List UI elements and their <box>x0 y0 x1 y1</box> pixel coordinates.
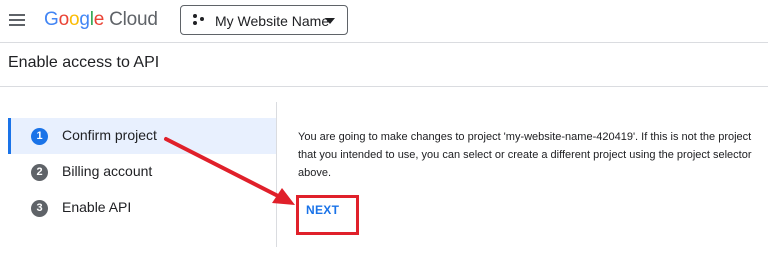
logo-letter: o <box>68 9 80 30</box>
project-selector-button[interactable]: My Website Name <box>180 5 348 35</box>
top-app-bar: Google Cloud My Website Name <box>0 0 768 42</box>
project-selector-label: My Website Name <box>215 13 330 29</box>
dropdown-caret-icon <box>325 18 335 24</box>
product-name: Cloud <box>109 9 158 30</box>
logo-letter: e <box>93 9 105 30</box>
step-number-badge: 2 <box>31 164 48 181</box>
google-wordmark: Google <box>44 9 104 30</box>
step-number-badge: 3 <box>31 200 48 217</box>
google-cloud-logo[interactable]: Google Cloud <box>44 9 158 31</box>
step-confirm-project[interactable]: 1 Confirm project <box>8 118 276 154</box>
title-divider <box>0 86 768 87</box>
content-divider <box>276 102 277 247</box>
step-enable-api[interactable]: 3 Enable API <box>8 190 276 226</box>
hamburger-menu-icon[interactable] <box>9 14 25 26</box>
logo-letter: G <box>44 9 59 30</box>
logo-letter: o <box>58 9 70 30</box>
step-number-badge: 1 <box>31 128 48 145</box>
header-divider <box>0 42 768 43</box>
confirmation-message: You are going to make changes to project… <box>298 131 752 179</box>
step-label: Enable API <box>62 199 132 215</box>
page-title: Enable access to API <box>8 54 160 71</box>
stepper: 1 Confirm project 2 Billing account 3 En… <box>8 118 276 226</box>
logo-letter: g <box>79 9 90 30</box>
project-dots-icon <box>193 14 207 26</box>
next-button[interactable]: NEXT <box>306 203 339 217</box>
step-label: Confirm project <box>62 127 157 143</box>
step-label: Billing account <box>62 163 153 179</box>
step-billing-account[interactable]: 2 Billing account <box>8 154 276 190</box>
